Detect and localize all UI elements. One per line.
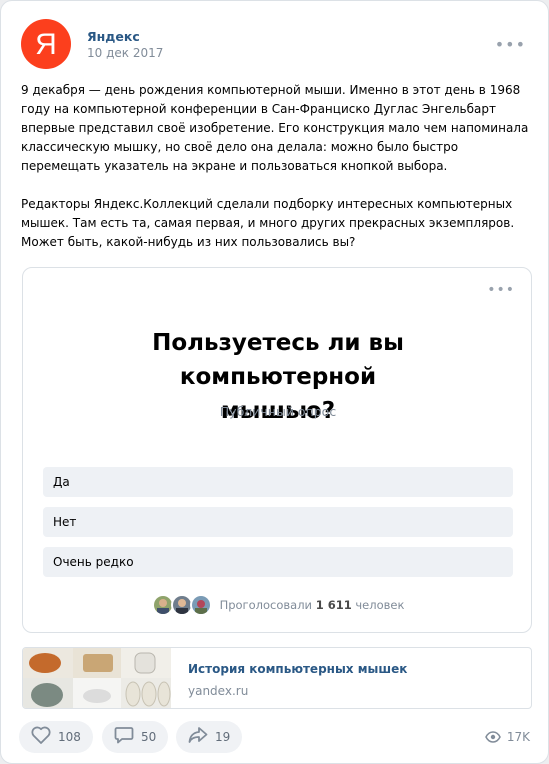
wall-post: Я Яндекс 10 дек 2017 ••• 9 декабря — ден… <box>0 0 549 764</box>
author-name[interactable]: Яндекс <box>87 29 140 44</box>
svg-text:Я: Я <box>35 28 57 61</box>
poll-voters[interactable]: Проголосовали 1 611 человек <box>23 594 533 616</box>
views-count: 17K <box>506 730 530 744</box>
voters-prefix: Проголосовали <box>219 598 313 612</box>
eye-icon <box>485 731 501 743</box>
link-thumbnail <box>23 648 171 708</box>
like-button[interactable]: 108 <box>19 721 93 753</box>
link-title[interactable]: История компьютерных мышек <box>188 662 407 676</box>
views-counter: 17K <box>485 730 530 744</box>
comment-button[interactable]: 50 <box>102 721 169 753</box>
voter-avatars <box>151 594 212 616</box>
link-attachment[interactable]: История компьютерных мышек yandex.ru <box>22 647 532 709</box>
yandex-logo-icon: Я <box>35 28 57 61</box>
mice-collage-image <box>23 648 171 708</box>
voter-avatar <box>189 594 212 616</box>
poll-more-icon[interactable]: ••• <box>487 282 515 298</box>
link-domain: yandex.ru <box>188 684 249 698</box>
like-count: 108 <box>58 730 81 744</box>
poll-type-label: Публичный опрос <box>219 404 337 419</box>
share-icon <box>188 726 208 748</box>
poll-option-rarely[interactable]: Очень редко <box>43 547 513 577</box>
comment-icon <box>114 726 134 748</box>
voters-text: Проголосовали 1 611 человек <box>220 598 405 612</box>
comment-count: 50 <box>141 730 157 744</box>
post-text: 9 декабря — день рождения компьютерной м… <box>21 83 529 249</box>
poll-option-no[interactable]: Нет <box>43 507 513 537</box>
heart-icon <box>31 726 51 748</box>
voters-suffix: человек <box>355 598 405 612</box>
poll-card: ••• Пользуетесь ли вы компьютерной мышью… <box>22 267 532 633</box>
more-horizontal-icon[interactable]: ••• <box>495 35 526 54</box>
voters-count: 1 611 <box>315 598 352 612</box>
share-button[interactable]: 19 <box>176 721 243 753</box>
post-date[interactable]: 10 дек 2017 <box>87 46 163 60</box>
share-count: 19 <box>215 730 231 744</box>
poll-option-yes[interactable]: Да <box>43 467 513 497</box>
author-avatar[interactable]: Я <box>21 19 71 69</box>
